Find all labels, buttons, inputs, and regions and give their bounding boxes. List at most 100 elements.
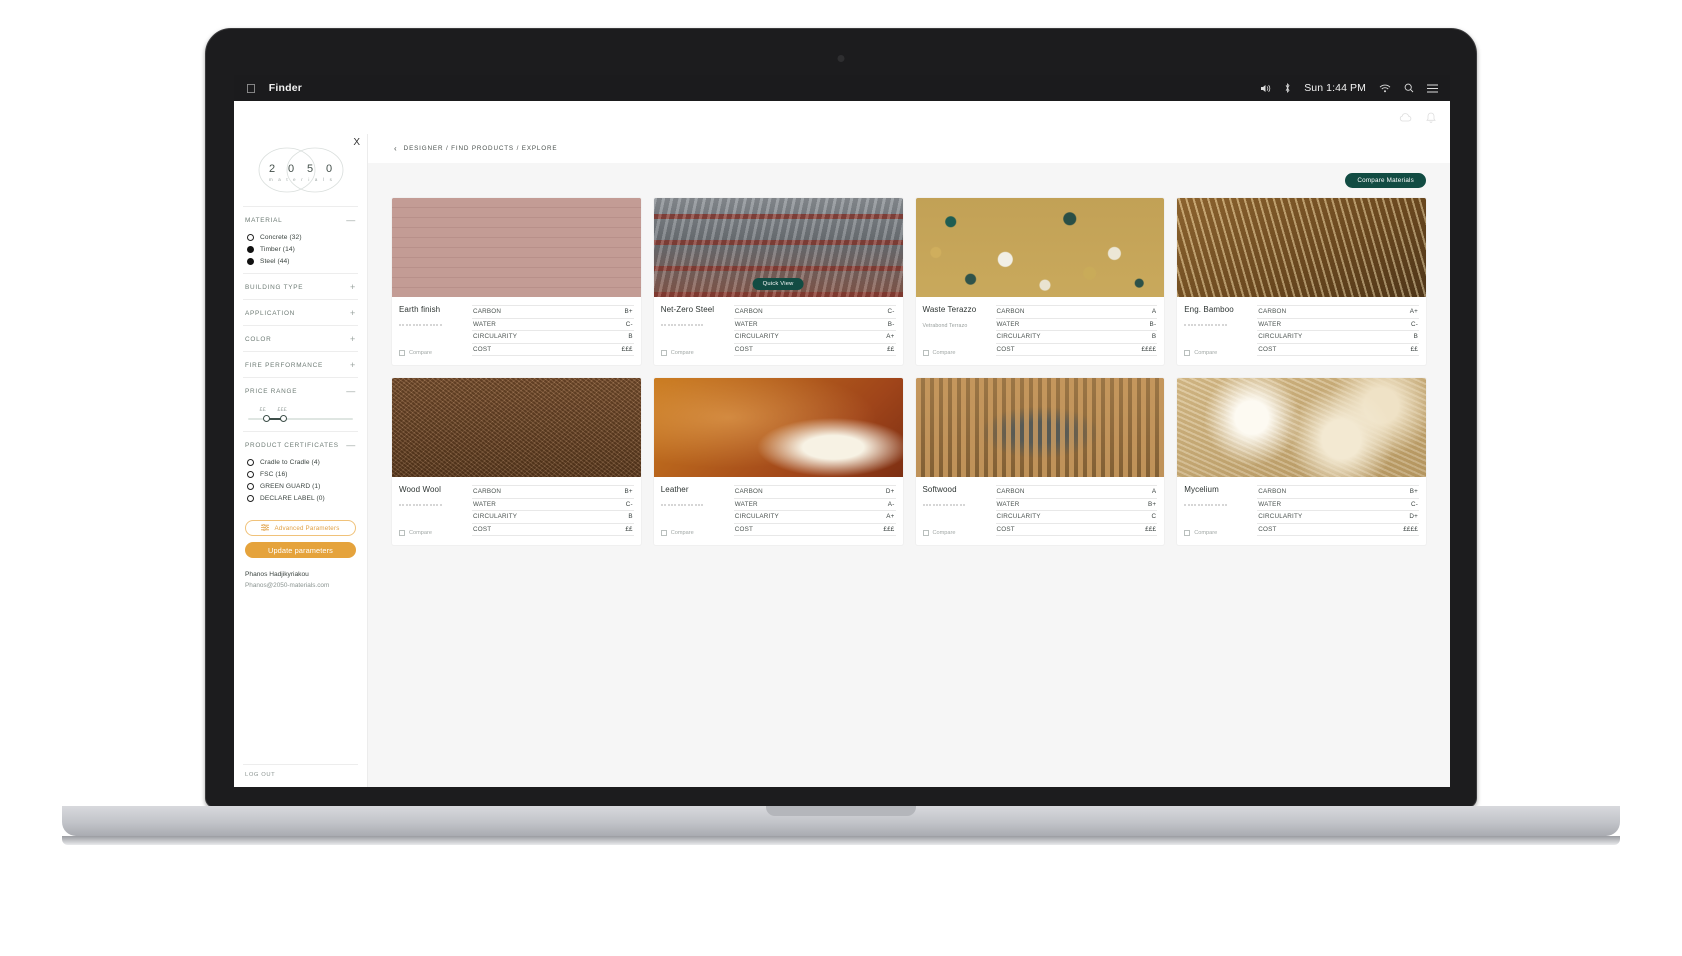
filter-header-price-range[interactable]: PRICE RANGE — [245,385,356,398]
product-image[interactable] [653,378,903,477]
filter-header-fire-performance[interactable]: FIRE PERFORMANCE + [245,359,356,372]
breadcrumb[interactable]: DESIGNER / FIND PRODUCTS / EXPLORE [404,145,558,152]
metric-value: ££££ [1403,525,1418,533]
filter-option-cradle-to-cradle[interactable]: Cradle to Cradle (4) [247,459,356,466]
radio-icon[interactable] [247,234,254,241]
expand-icon[interactable]: + [350,283,356,292]
product-card[interactable]: Waste Terazzo Vetrabond Terrazo Compare CAR… [915,198,1165,365]
metric-label: CIRCULARITY [996,513,1041,520]
checkbox-icon[interactable] [1184,350,1191,356]
compare-materials-button[interactable]: Compare Materials [1345,173,1426,188]
product-card[interactable]: Mycelium Compare CARBON B+ WATER C- CIRCULARIT… [1177,378,1426,545]
apple-logo-icon[interactable]:  [246,82,256,95]
filter-option-green-guard[interactable]: GREEN GUARD (1) [247,483,356,490]
filter-header-product-certificates[interactable]: PRODUCT CERTIFICATES — [245,439,356,452]
product-image[interactable] [392,198,641,297]
logout-button[interactable]: LOG OUT [243,764,358,787]
expand-icon[interactable]: + [350,361,356,370]
compare-checkbox-row[interactable]: Compare [1184,522,1252,536]
wifi-icon[interactable] [1379,84,1391,93]
menubar-app-name[interactable]: Finder [269,82,302,94]
checkbox-icon[interactable] [922,350,929,356]
metric-value: ££ [887,345,895,353]
product-image[interactable]: Quick View [653,198,903,297]
compare-checkbox-label: Compare [670,350,694,356]
metric-value: D+ [885,488,895,495]
compare-checkbox-label: Compare [409,350,433,356]
compare-checkbox-row[interactable]: Compare [922,522,991,536]
product-card[interactable]: Softwood Compare CARBON A WATER B+ CIRCULARITY… [915,378,1165,545]
product-image[interactable] [915,378,1165,477]
radio-icon[interactable] [247,459,254,466]
update-parameters-button[interactable]: Update parameters [245,542,356,558]
checkbox-icon[interactable] [399,530,405,536]
checkbox-icon[interactable] [660,530,667,536]
bell-icon[interactable] [1426,112,1436,123]
product-card[interactable]: Leather Compare CARBON D+ WATER A- CIRCULARITY… [653,378,903,545]
expand-icon[interactable]: + [350,309,356,318]
compare-checkbox-row[interactable]: Compare [660,522,729,536]
advanced-parameters-button[interactable]: Advanced Parameters [245,520,356,536]
option-label: DECLARE LABEL (0) [260,495,325,502]
filter-option-fsc[interactable]: FSC (16) [247,471,356,478]
product-title: Wood Wool [399,485,441,494]
radio-icon[interactable] [247,258,254,265]
compare-checkbox-row[interactable]: Compare [660,342,729,356]
price-range-slider[interactable]: ££ £££ [245,398,356,426]
product-meta-placeholder [660,503,729,507]
compare-checkbox-row[interactable]: Compare [399,522,467,536]
filter-title-building-type: BUILDING TYPE [245,284,304,291]
compare-checkbox-row[interactable]: Compare [399,342,467,356]
product-image[interactable] [915,198,1165,297]
compare-checkbox-row[interactable]: Compare [922,342,991,356]
metric-row-circularity: CIRCULARITY D+ [1257,511,1419,524]
slider-track[interactable] [248,415,353,422]
product-card[interactable]: Wood Wool Compare CARBON B+ WATER C- CIRCULARI… [392,378,641,545]
metric-row-carbon: CARBON D+ [733,485,896,499]
checkbox-icon[interactable] [922,530,929,536]
option-label: GREEN GUARD (1) [260,483,321,490]
filter-option-concrete[interactable]: Concrete (32) [247,234,356,241]
product-image[interactable] [1177,378,1426,477]
search-icon[interactable] [1404,83,1414,93]
product-image[interactable] [392,378,641,477]
filter-header-building-type[interactable]: BUILDING TYPE + [245,281,356,294]
chevron-left-icon[interactable]: ‹ [394,144,397,153]
slider-handle-min[interactable] [262,415,270,422]
radio-icon[interactable] [247,246,254,253]
volume-icon[interactable] [1260,84,1271,93]
radio-icon[interactable] [247,495,254,502]
checkbox-icon[interactable] [660,350,667,356]
filter-option-timber[interactable]: Timber (14) [247,246,356,253]
cloud-icon[interactable] [1399,113,1412,122]
product-card[interactable]: Earth finish Compare CARBON B+ WATER C- CIRCUL… [392,198,641,365]
expand-icon[interactable]: + [350,335,356,344]
metric-label: WATER [473,320,497,328]
radio-icon[interactable] [247,471,254,478]
metric-label: COST [473,525,492,533]
compare-checkbox-row[interactable]: Compare [1184,342,1252,356]
collapse-icon[interactable]: — [346,387,356,396]
slider-handle-max[interactable] [279,415,287,422]
filter-header-application[interactable]: APPLICATION + [245,307,356,320]
filter-header-material[interactable]: MATERIAL — [245,214,356,227]
filter-option-steel[interactable]: Steel (44) [247,258,356,265]
radio-icon[interactable] [247,483,254,490]
product-card[interactable]: Eng. Bamboo Compare CARBON A+ WATER C- CIRCULA… [1177,198,1426,365]
control-center-icon[interactable] [1427,84,1438,93]
checkbox-icon[interactable] [399,350,405,356]
metric-label: CARBON [734,488,763,495]
metric-value: ££££ [1141,345,1157,353]
collapse-icon[interactable]: — [346,441,356,450]
collapse-icon[interactable]: — [346,216,356,225]
product-image[interactable] [1177,198,1426,297]
filter-option-declare-label[interactable]: DECLARE LABEL (0) [247,495,356,502]
menubar-clock[interactable]: Sun 1:44 PM [1304,82,1366,94]
brand-logo[interactable]: 2 0 5 0 m a t e r i a l s [243,134,358,206]
quick-view-button[interactable]: Quick View [752,278,804,290]
checkbox-icon[interactable] [1184,530,1191,536]
bluetooth-icon[interactable] [1284,83,1291,93]
filter-header-color[interactable]: COLOR + [245,333,356,346]
products-area: Compare Materials Earth finish Compare CAR… [368,163,1450,787]
product-card[interactable]: Quick View Net-Zero Steel Compare CARBON C- W… [653,198,903,365]
